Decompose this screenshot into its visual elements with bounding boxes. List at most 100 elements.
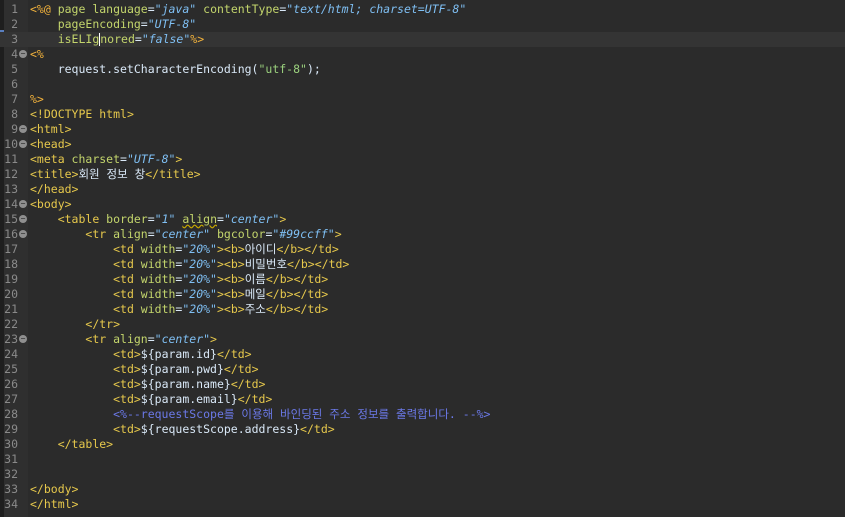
code-text: <body> [30,197,72,212]
code-token: <!DOCTYPE [30,107,100,121]
code-line[interactable]: 8 <!DOCTYPE html> [0,107,845,122]
line-number: 31 [4,452,18,466]
code-token: </b> [265,302,294,316]
code-line[interactable]: 13 </head> [0,182,845,197]
code-line[interactable]: 26 <td>${param.name}</td> [0,377,845,392]
code-token: request.setCharacterEncoding( [30,62,259,76]
code-token: </td> [293,287,329,301]
code-line[interactable]: 25 <td>${param.pwd}</td> [0,362,845,377]
code-text: <td>${param.name}</td> [30,377,265,392]
code-token: language [92,2,148,16]
code-line[interactable]: 22 </tr> [0,317,845,332]
code-token: <head> [30,137,72,151]
code-line[interactable]: 15− <table border="1" align="center"> [0,212,845,227]
code-line[interactable]: 23− <tr align="center"> [0,332,845,347]
line-number: 17 [4,242,18,256]
code-line[interactable]: 18 <td width="20%"><b>비밀번호</b></td> [0,257,845,272]
fold-toggle-icon[interactable]: − [19,215,27,223]
code-token: <body> [30,197,72,211]
fold-toggle-icon[interactable]: − [19,125,27,133]
code-token: </td> [237,392,273,406]
line-number: 5 [11,62,18,76]
code-line[interactable]: 30 </table> [0,437,845,452]
code-text: <%@ page language="java" contentType="te… [30,2,466,17]
code-line[interactable]: 6 [0,77,845,92]
code-token: > [126,107,134,121]
code-line[interactable]: 10− <head> [0,137,845,152]
code-token: width [140,287,176,301]
code-line[interactable]: 1 <%@ page language="java" contentType="t… [0,2,845,17]
code-line[interactable]: 17 <td width="20%"><b>아이디</b></td> [0,242,845,257]
code-token: > [210,332,217,346]
code-line[interactable]: 21 <td width="20%"><b>주소</b></td> [0,302,845,317]
code-line[interactable]: 4− <% [0,47,845,62]
code-text: <td>${param.email}</td> [30,392,272,407]
code-line[interactable]: 16− <tr align="center" bgcolor="#99ccff"… [0,227,845,242]
code-text: <td>${requestScope.address}</td> [30,422,335,437]
code-line[interactable]: 24 <td>${param.id}</td> [0,347,845,362]
code-editor[interactable]: 1 <%@ page language="java" contentType="t… [0,0,845,517]
code-token: <td [113,287,141,301]
code-token: <td> [113,377,141,391]
code-line[interactable]: 9− <html> [0,122,845,137]
code-text: <!DOCTYPE html> [30,107,134,122]
code-line[interactable]: 11 <meta charset="UTF-8"> [0,152,845,167]
code-token: <b> [223,287,245,301]
code-token: = [134,32,142,46]
code-text: <head> [30,137,72,152]
code-token: </td> [314,257,350,271]
code-line[interactable]: 20 <td width="20%"><b>메일</b></td> [0,287,845,302]
code-line[interactable]: 33 </body> [0,482,845,497]
code-token: page [57,2,93,16]
code-token: <b> [223,272,245,286]
code-token: "20%" [182,302,217,316]
code-line[interactable]: 7 %> [0,92,845,107]
fold-toggle-icon[interactable]: − [19,230,27,238]
code-line[interactable]: 5 request.setCharacterEncoding("utf-8"); [0,62,845,77]
code-token: 이름 [244,272,266,286]
code-token: charset [71,152,121,166]
code-token: = [140,17,148,31]
code-token: ${param.email} [140,392,238,406]
line-number: 25 [4,362,18,376]
fold-toggle-icon[interactable]: − [19,140,27,148]
code-token: > [216,242,224,256]
code-line[interactable]: 28 <%--requestScope를 이용해 바인딩된 주소 정보를 출력합… [0,407,845,422]
code-text: <tr align="center"> [30,332,217,347]
code-line[interactable]: 32 [0,467,845,482]
fold-toggle-icon[interactable]: − [19,50,27,58]
code-token: </html> [30,497,79,511]
line-number: 19 [4,272,18,286]
line-number: 13 [4,182,18,196]
code-line[interactable]: 12 <title>회원 정보 창</title> [0,167,845,182]
code-token: </b> [265,272,294,286]
code-line[interactable]: 34 </html> [0,497,845,512]
code-text: </head> [30,182,78,197]
code-token: 회원 정보 창 [78,167,146,181]
code-token: > [175,152,183,166]
code-text: <td width="20%"><b>아이디</b></td> [30,242,339,257]
code-token: "center" [154,332,211,346]
code-line[interactable]: 19 <td width="20%"><b>이름</b></td> [0,272,845,287]
code-line[interactable]: 3 isELIgnored="false"%> [0,32,845,47]
code-line[interactable]: 31 [0,452,845,467]
code-line[interactable]: 29 <td>${requestScope.address}</td> [0,422,845,437]
code-line[interactable]: 27 <td>${param.email}</td> [0,392,845,407]
fold-toggle-icon[interactable]: − [19,335,27,343]
code-token: </td> [300,422,335,436]
line-number: 16 [4,227,18,241]
code-token: <td [113,242,141,256]
code-line[interactable]: 2 pageEncoding="UTF-8" [0,17,845,32]
code-line[interactable]: 14− <body> [0,197,845,212]
fold-toggle-icon[interactable]: − [19,200,27,208]
code-token: "java" [154,2,197,16]
code-token: ${requestScope.address} [140,422,301,436]
